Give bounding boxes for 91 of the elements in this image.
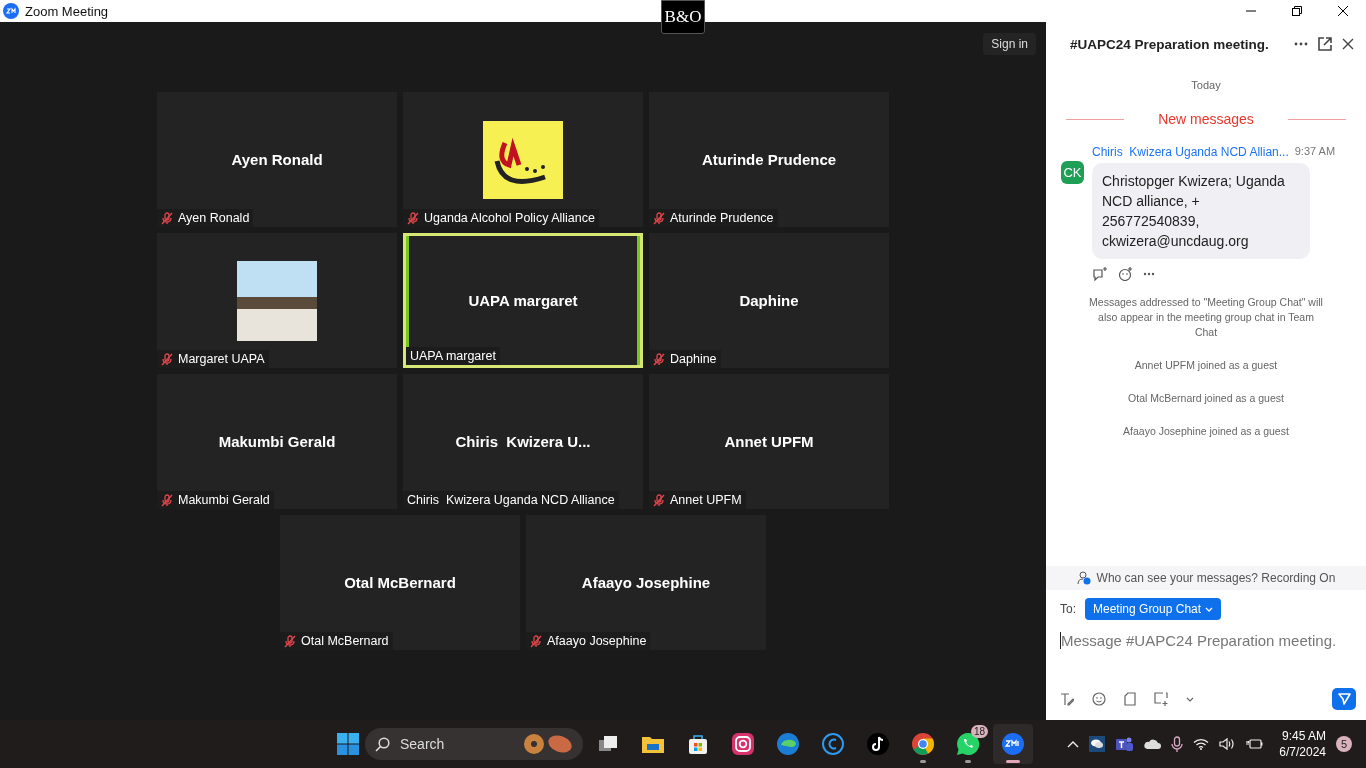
browser-icon (911, 732, 935, 756)
participant-label: Aturinde Prudence (670, 211, 774, 225)
notification-count: 18 (970, 725, 988, 738)
system-notice: Annet UPFM joined as a guest (1133, 358, 1279, 373)
participant-label: Ayen Ronald (178, 211, 250, 225)
video-app-icon (1001, 732, 1025, 756)
taskbar-app[interactable]: 18 (948, 724, 988, 764)
avatar-initials: CK (1061, 161, 1084, 184)
notification-count[interactable]: 5 (1336, 736, 1352, 752)
taskbar-app[interactable] (993, 724, 1033, 764)
reply-icon[interactable] (1093, 267, 1108, 281)
participant-tile[interactable]: Otal McBernard Otal McBernard (280, 515, 520, 650)
message-bubble: Christopger Kwizera; Uganda NCD alliance, + 256772540839, ckwizera@uncdaug.org (1092, 163, 1310, 259)
window-title: Zoom Meeting (25, 3, 109, 19)
participant-name: Makumbi Gerald (218, 433, 336, 450)
search-icon (375, 736, 390, 752)
chevron-down-icon (1205, 606, 1214, 612)
participant-name: Ayen Ronald (231, 151, 323, 168)
participant-tile[interactable]: Ayen Ronald Ayen Ronald (157, 92, 397, 227)
brand-badge: B&O (661, 0, 705, 34)
send-button[interactable] (1332, 688, 1356, 710)
participant-label: Margaret UAPA (178, 352, 265, 366)
participant-tile[interactable]: Annet UPFM Annet UPFM (649, 374, 889, 509)
participant-name: Daphine (739, 292, 799, 309)
screenshot-icon[interactable] (1154, 692, 1168, 706)
message-time: 9:37 AM (1294, 145, 1336, 159)
close-icon[interactable] (1342, 38, 1354, 50)
recipient-dropdown[interactable]: Meeting Group Chat (1085, 598, 1222, 620)
participant-tile[interactable]: UAPA margaret UAPA margaret (403, 233, 643, 368)
store-bag-icon (686, 732, 710, 756)
emoji-reaction-icon[interactable] (1118, 267, 1133, 281)
maximize-icon[interactable] (1292, 6, 1302, 16)
format-text-icon[interactable] (1060, 692, 1074, 706)
chevron-up-icon[interactable] (1067, 740, 1080, 748)
donut-icon (523, 733, 573, 755)
participant-tile[interactable]: Uganda Alcohol Policy Alliance (403, 92, 643, 227)
participant-label: Daphine (670, 352, 717, 366)
participant-label: UAPA margaret (410, 349, 496, 363)
participant-name: Afaayo Josephine (581, 574, 711, 591)
send-icon (1337, 693, 1351, 705)
chat-title: #UAPC24 Preparation meeting. (1070, 36, 1270, 52)
participant-tile[interactable]: Daphine Daphine (649, 233, 889, 368)
new-messages-divider: New messages (1158, 111, 1254, 127)
participant-label: Chiris Kwizera Uganda NCD Alliance (407, 493, 615, 507)
participant-name: Chiris Kwizera U... (455, 433, 591, 450)
search-field[interactable]: Search (365, 728, 583, 760)
date-separator: Today (1191, 79, 1221, 91)
participant-tile[interactable]: Aturinde Prudence Aturinde Prudence (649, 92, 889, 227)
system-notice: Messages addressed to "Meeting Group Chat" will also appear in the meeting group chat in Team Chat (1088, 295, 1324, 340)
participant-tile[interactable]: Afaayo Josephine Afaayo Josephine (526, 515, 766, 650)
cloud-icon[interactable] (1143, 738, 1162, 750)
participant-name: Aturinde Prudence (701, 151, 837, 168)
participant-tile[interactable]: Makumbi Gerald Makumbi Gerald (157, 374, 397, 509)
participant-label: Makumbi Gerald (178, 493, 270, 507)
wifi-icon[interactable] (1193, 738, 1210, 750)
zoom-logo-icon (3, 3, 19, 19)
battery-charging-icon[interactable] (1245, 738, 1264, 750)
participant-tile[interactable]: Margaret UAPA (157, 233, 397, 368)
person-shield-icon (1076, 571, 1091, 585)
participant-name: UAPA margaret (468, 292, 578, 309)
to-label: To: (1060, 602, 1076, 616)
volume-icon[interactable] (1219, 737, 1236, 751)
file-icon[interactable] (1124, 692, 1136, 706)
microphone-icon[interactable] (1171, 735, 1184, 753)
clock-date: 6/7/2024 (1279, 744, 1326, 760)
emoji-icon[interactable] (1092, 692, 1106, 706)
sender-name[interactable]: Chiris Kwizera Uganda NCD Allian... (1092, 145, 1289, 159)
system-notice: Otal McBernard joined as a guest (1127, 391, 1285, 406)
chat-bubbles-icon[interactable] (1089, 736, 1106, 752)
clock[interactable]: 9:45 AM 6/7/2024 (1279, 728, 1326, 760)
clock-time: 9:45 AM (1281, 728, 1326, 744)
windows-start-icon[interactable] (336, 732, 360, 756)
teams-icon[interactable] (1115, 736, 1134, 752)
more-icon[interactable] (1294, 42, 1308, 46)
participant-name: Otal McBernard (344, 574, 456, 591)
participant-label: Uganda Alcohol Policy Alliance (424, 211, 595, 225)
close-icon[interactable] (1338, 6, 1348, 16)
participant-name: Annet UPFM (724, 433, 814, 450)
letter-c-icon (821, 732, 845, 756)
participant-tile[interactable]: Chiris Kwizera U... Chiris Kwizera Uganda NCD Alliance (403, 374, 643, 509)
system-notice: Afaayo Josephine joined as a guest (1122, 424, 1290, 439)
participant-label: Otal McBernard (301, 634, 389, 648)
chevron-down-icon[interactable] (1186, 696, 1194, 702)
browser-icon (776, 732, 800, 756)
more-icon[interactable] (1143, 272, 1155, 276)
participant-label: Afaayo Josephine (547, 634, 647, 648)
pop-out-icon[interactable] (1318, 37, 1332, 51)
camera-icon (731, 732, 755, 756)
music-note-icon (866, 732, 890, 756)
participant-label: Annet UPFM (670, 493, 742, 507)
sign-in-button[interactable]: Sign in (983, 33, 1036, 55)
